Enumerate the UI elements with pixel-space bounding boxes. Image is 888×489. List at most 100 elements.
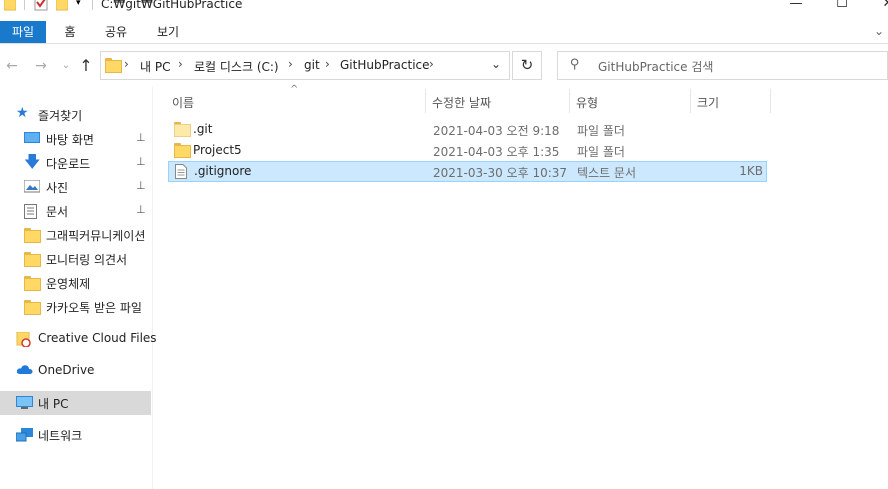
sidebar-item-onedrive[interactable]: OneDrive xyxy=(0,359,151,383)
sidebar-item-label: 운영체제 xyxy=(46,277,91,291)
breadcrumb-separator[interactable]: › xyxy=(178,57,183,71)
file-type: 파일 폴더 xyxy=(577,124,625,138)
folder-icon xyxy=(105,58,122,73)
properties-icon[interactable] xyxy=(34,0,48,11)
up-button[interactable]: ↑ xyxy=(76,56,96,76)
back-button[interactable]: ← xyxy=(2,56,22,76)
column-header-type[interactable]: 유형 xyxy=(576,92,598,114)
sidebar-item-this-pc[interactable]: 내 PC xyxy=(0,391,151,415)
sort-ascending-icon: ^ xyxy=(290,84,299,95)
sidebar-item-label: 바탕 화면 xyxy=(46,133,94,147)
sidebar-item-desktop[interactable]: 바탕 화면 ⊥ xyxy=(0,127,151,151)
divider xyxy=(92,0,93,10)
sidebar-item-label: 다운로드 xyxy=(46,157,91,171)
breadcrumb-local-disk[interactable]: 로컬 디스크 (C:) xyxy=(194,58,279,75)
table-row[interactable]: Project5 2021-04-03 오후 1:35 파일 폴더 xyxy=(168,140,767,161)
breadcrumb-separator[interactable]: › xyxy=(325,57,330,71)
desktop-icon xyxy=(24,132,40,146)
folder-icon xyxy=(24,300,41,315)
column-divider[interactable] xyxy=(569,89,570,113)
sidebar-item-downloads[interactable]: 🡇 다운로드 ⊥ xyxy=(0,151,151,175)
sidebar-item-label: 즐겨찾기 xyxy=(38,109,83,123)
close-button[interactable]: ✕ xyxy=(865,0,888,12)
sidebar-item-documents[interactable]: 문서 ⊥ xyxy=(0,199,151,223)
text-file-icon xyxy=(175,164,189,179)
column-divider[interactable] xyxy=(690,89,691,113)
tab-share[interactable]: 공유 xyxy=(94,21,138,43)
column-header-modified[interactable]: 수정한 날짜 xyxy=(432,92,491,114)
file-list: ^ 이름 수정한 날짜 유형 크기 .git 2021-04-03 오전 9:1… xyxy=(154,84,888,489)
sidebar-item-label: 네트워크 xyxy=(38,429,83,443)
breadcrumb-githubpractice[interactable]: GitHubPractice xyxy=(340,58,430,72)
sidebar-item-label: 문서 xyxy=(46,205,69,219)
forward-button[interactable]: → xyxy=(31,56,51,76)
recent-locations-button[interactable]: ⌄ xyxy=(56,56,76,76)
sidebar-item-label: Creative Cloud Files xyxy=(38,331,157,345)
search-box[interactable]: ⚲ GitHubPractice 검색 xyxy=(557,51,888,80)
sidebar-item-folder[interactable]: 그래픽커뮤니케이션 xyxy=(0,223,151,247)
computer-icon xyxy=(16,396,33,410)
chevron-down-icon[interactable]: ⌄ xyxy=(491,57,501,71)
folder-icon xyxy=(174,143,191,158)
search-input[interactable]: GitHubPractice 검색 xyxy=(598,58,713,75)
pictures-icon xyxy=(23,179,41,194)
file-modified: 2021-03-30 오후 10:37 xyxy=(433,166,568,180)
folder-icon xyxy=(174,122,191,137)
file-modified: 2021-04-03 오전 9:18 xyxy=(433,124,560,138)
sidebar-item-label: 사진 xyxy=(46,181,69,195)
breadcrumb-git[interactable]: git xyxy=(304,58,320,72)
breadcrumb-this-pc[interactable]: 내 PC xyxy=(140,58,170,75)
file-name: .gitignore xyxy=(194,164,252,178)
pin-icon[interactable]: ⊥ xyxy=(136,179,146,192)
sidebar-item-label: 그래픽커뮤니케이션 xyxy=(46,229,146,243)
column-header-size[interactable]: 크기 xyxy=(697,92,719,114)
navigation-bar: ← → ⌄ ↑ › 내 PC › 로컬 디스크 (C:) › git › Git… xyxy=(0,45,888,87)
column-divider[interactable] xyxy=(425,89,426,113)
divider xyxy=(24,0,25,10)
tab-view[interactable]: 보기 xyxy=(144,21,192,43)
maximize-button[interactable]: ☐ xyxy=(819,0,865,12)
onedrive-icon xyxy=(16,364,33,378)
pin-icon[interactable]: ⊥ xyxy=(136,155,146,168)
breadcrumb-separator[interactable]: › xyxy=(288,57,293,71)
refresh-button[interactable]: ↻ xyxy=(512,51,542,80)
pin-icon[interactable]: ⊥ xyxy=(136,131,146,144)
file-modified: 2021-04-03 오후 1:35 xyxy=(433,145,560,159)
column-header-name[interactable]: 이름 xyxy=(172,92,194,114)
window-title: C:₩git₩GitHubPractice xyxy=(101,0,243,11)
folder-icon xyxy=(24,276,41,291)
creative-cloud-icon xyxy=(16,331,31,348)
file-size: 1KB xyxy=(739,164,763,178)
sidebar-item-network[interactable]: 네트워크 xyxy=(0,423,151,447)
sidebar-item-folder[interactable]: 카카오톡 받은 파일 xyxy=(0,295,151,319)
column-divider[interactable] xyxy=(770,89,771,113)
sidebar-item-creative-cloud[interactable]: Creative Cloud Files xyxy=(0,327,157,351)
file-name: .git xyxy=(193,122,213,136)
sidebar-item-label: OneDrive xyxy=(38,363,95,377)
download-icon: 🡇 xyxy=(24,152,41,171)
table-row[interactable]: .git 2021-04-03 오전 9:18 파일 폴더 xyxy=(168,119,767,140)
tab-home[interactable]: 홈 xyxy=(52,21,88,43)
new-folder-icon[interactable] xyxy=(55,0,70,11)
navigation-pane: ★ 즐겨찾기 바탕 화면 ⊥ 🡇 다운로드 ⊥ 사진 ⊥ 문서 ⊥ 그래픽커뮤니… xyxy=(0,87,157,489)
customize-toolbar-icon[interactable]: ▾ xyxy=(76,0,90,12)
minimize-button[interactable]: — xyxy=(773,0,819,12)
expand-ribbon-icon[interactable]: ⌄ xyxy=(874,24,884,38)
search-icon: ⚲ xyxy=(570,57,580,72)
tab-file[interactable]: 파일 xyxy=(0,21,46,43)
table-row[interactable]: .gitignore 2021-03-30 오후 10:37 텍스트 문서 1K… xyxy=(168,161,767,182)
network-icon xyxy=(15,428,33,442)
sidebar-item-pictures[interactable]: 사진 ⊥ xyxy=(0,175,151,199)
file-type: 파일 폴더 xyxy=(577,145,625,159)
title-bar: ▾ C:₩git₩GitHubPractice — ☐ ✕ xyxy=(0,0,888,14)
address-bar[interactable]: › 내 PC › 로컬 디스크 (C:) › git › GitHubPract… xyxy=(100,51,510,80)
folder-icon xyxy=(24,252,41,267)
pin-icon[interactable]: ⊥ xyxy=(136,203,146,216)
sidebar-item-folder[interactable]: 모니터링 의견서 xyxy=(0,247,151,271)
sidebar-item-quick-access[interactable]: ★ 즐겨찾기 xyxy=(0,103,151,127)
sidebar-item-folder[interactable]: 운영체제 xyxy=(0,271,151,295)
breadcrumb-separator[interactable]: › xyxy=(429,57,434,71)
sidebar-item-label: 모니터링 의견서 xyxy=(46,253,128,267)
breadcrumb-separator[interactable]: › xyxy=(124,57,129,71)
star-icon: ★ xyxy=(16,105,29,121)
